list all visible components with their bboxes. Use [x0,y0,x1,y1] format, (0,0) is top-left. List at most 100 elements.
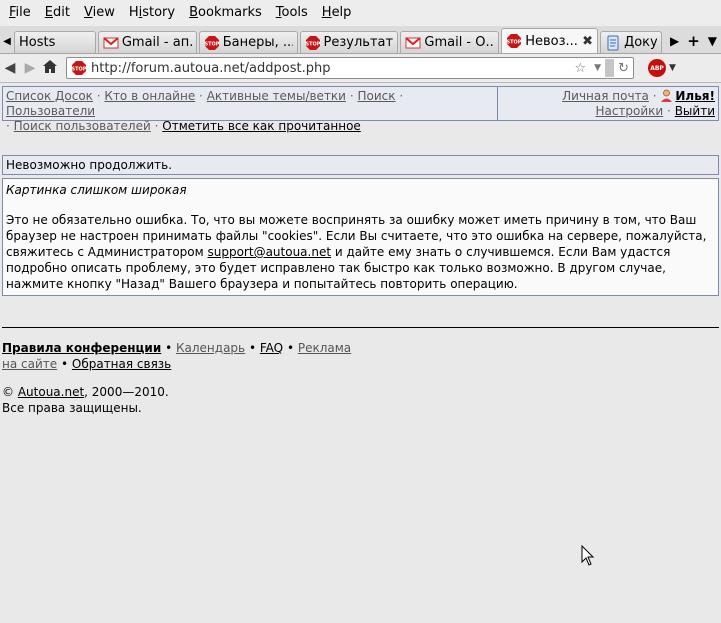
tab-banners[interactable]: STOP Банеры, ... [198,31,298,53]
adblock-plus-icon[interactable]: ABP [648,59,666,77]
link-logout[interactable]: Выйти [675,104,715,118]
link-rules[interactable]: Правила конференции [2,341,161,355]
link-site-home[interactable]: Autoua.net [18,385,84,399]
footer: Правила конференции • Календарь • FAQ • … [0,340,721,416]
tab-label: Результат... [323,35,394,50]
link-settings[interactable]: Настройки [595,104,663,118]
mouse-cursor-icon [581,545,595,566]
tab-hosts[interactable]: Hosts [13,31,96,53]
page-content: Список Досок · Кто в онлайне · Активные … [0,84,721,416]
adblock-dropdown-icon[interactable]: ▼ [669,63,676,73]
stop-icon: STOP [305,35,320,50]
tab-gmail-2[interactable]: Gmail - О... [400,31,500,53]
separator: · [154,119,159,133]
svg-text:STOP: STOP [507,40,522,46]
tab-scroll-right-button[interactable]: ▶ [666,34,683,48]
back-arrow-icon[interactable]: ◀ [0,60,20,76]
reload-icon[interactable]: ↻ [614,61,633,76]
forum-user-panel: Личная почта · Илья! Настройки · Выйти [497,87,718,120]
error-text: Картинка слишком широкая [6,183,187,197]
menu-view[interactable]: View [77,0,122,26]
home-icon[interactable] [40,59,60,77]
menu-edit[interactable]: Edit [38,0,77,26]
menu-bookmarks[interactable]: Bookmarks [182,0,269,26]
link-mark-all-read[interactable]: Отметить все как прочитанное [162,119,361,133]
link-active-topics[interactable]: Активные темы/ветки [207,89,346,103]
address-bar[interactable]: STOP http://forum.autoua.net/addpost.php… [66,57,634,79]
menu-file[interactable]: File [2,0,38,26]
stop-icon: STOP [204,35,219,50]
svg-text:STOP: STOP [72,67,87,73]
forward-arrow-icon[interactable]: ▶ [20,60,40,76]
tab-document[interactable]: Докум [600,31,662,53]
rights-text: Все права защищены. [2,401,142,415]
copyright-years: , 2000—2010. [84,385,169,399]
bookmark-star-icon[interactable]: ☆ [571,61,591,76]
message-body: Картинка слишком широкая Это не обязател… [2,178,719,296]
link-on-site[interactable]: на сайте [2,357,57,371]
link-users[interactable]: Пользователи [6,104,95,118]
svg-text:STOP: STOP [204,41,219,47]
message-title: Невозможно продолжить. [2,155,719,175]
bullet: • [286,341,295,355]
tab-label: Невоз... [525,33,578,49]
tab-gmail-1[interactable]: Gmail - ап... [97,31,197,53]
separator: · [652,89,657,103]
link-faq[interactable]: FAQ [260,341,283,355]
stop-icon: STOP [507,34,522,48]
close-tab-icon[interactable]: ✖ [578,34,593,49]
tab-tools: ▶ + ▼ [666,29,721,53]
forum-nav-links: Список Досок · Кто в онлайне · Активные … [3,87,497,133]
link-search[interactable]: Поиск [357,89,395,103]
document-icon [607,35,619,50]
support-email-link[interactable]: support@autoua.net [208,245,332,259]
svg-text:STOP: STOP [305,41,320,47]
triangle-left-icon: ◀ [3,35,11,47]
separator: · [667,104,671,118]
copyright: © Autoua.net, 2000—2010. Все права защищ… [2,384,721,416]
footer-links: Правила конференции • Календарь • FAQ • … [2,340,721,372]
separator: · [349,89,354,103]
tab-label: Gmail - ап... [121,35,192,50]
bullet: • [248,341,257,355]
separator: · [6,119,10,133]
adblock-label: ABP [650,64,664,72]
menu-help[interactable]: Help [315,0,359,26]
link-feedback[interactable]: Обратная связь [72,357,171,371]
tab-label: Докум [624,35,657,50]
tab-results[interactable]: STOP Результат... [299,31,399,53]
menu-tools[interactable]: Tools [269,0,315,26]
url-dropdown-icon[interactable]: ▼ [590,63,605,73]
url-text[interactable]: http://forum.autoua.net/addpost.php [91,61,571,76]
gmail-icon [405,36,422,48]
explanation-paragraph: Это не обязательно ошибка. То, что вы мо… [6,212,715,292]
user-icon [661,89,673,102]
new-tab-plus-icon[interactable]: + [683,32,704,50]
link-user-search[interactable]: Поиск пользователей [14,119,151,133]
copyright-symbol: © [2,385,14,399]
tab-strip: ◀ Hosts Gmail - ап... STOP Банеры, ... S… [0,26,721,54]
tab-active-error[interactable]: STOP Невоз... ✖ [501,28,599,53]
navigation-toolbar: ◀ ▶ STOP http://forum.autoua.net/addpost… [0,54,721,83]
tab-label: Gmail - О... [424,35,495,50]
link-private-mail[interactable]: Личная почта [562,89,649,103]
footer-divider [2,327,719,328]
link-who-online[interactable]: Кто в онлайне [104,89,195,103]
stop-icon: STOP [72,61,87,75]
tab-scroll-left-button[interactable]: ◀ [0,29,14,53]
separator: · [399,89,404,103]
link-username[interactable]: Илья! [675,89,715,103]
bullet: • [165,341,173,355]
divider [605,59,615,77]
menu-bar: File Edit View History Bookmarks Tools H… [0,0,721,26]
list-all-tabs-icon[interactable]: ▼ [704,34,721,48]
link-ads[interactable]: Реклама [298,341,351,355]
separator: · [96,89,101,103]
link-calendar[interactable]: Календарь [176,341,245,355]
link-board-list[interactable]: Список Досок [6,89,93,103]
gmail-icon [103,36,119,48]
separator: · [199,89,203,103]
forum-navigation: Список Досок · Кто в онлайне · Активные … [2,86,719,133]
tab-label: Банеры, ... [222,35,293,50]
menu-history[interactable]: History [122,0,182,26]
